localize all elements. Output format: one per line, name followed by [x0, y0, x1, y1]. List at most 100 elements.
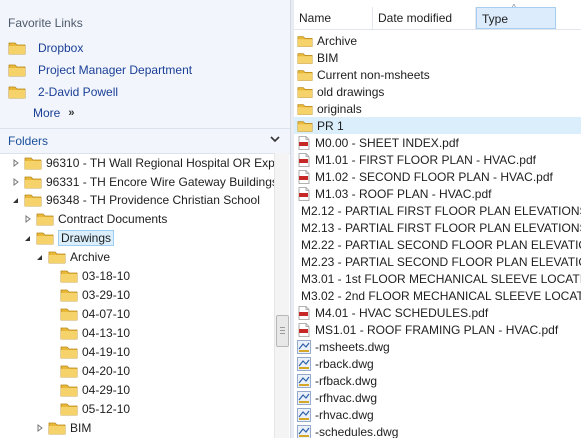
- folder-row[interactable]: PR 1: [294, 117, 581, 134]
- file-row[interactable]: -rfback.dwg: [294, 372, 581, 389]
- favorite-link-label: 2-David Powell: [38, 85, 119, 99]
- tree-item[interactable]: Contract Documents: [22, 210, 167, 228]
- folder-row[interactable]: old drawings: [294, 83, 581, 100]
- folder-icon: [24, 176, 42, 189]
- pdf-file-icon: [298, 169, 310, 184]
- file-row[interactable]: M0.00 - SHEET INDEX.pdf: [294, 134, 581, 151]
- folder-row[interactable]: Archive: [294, 32, 581, 49]
- tree-item[interactable]: 96310 - TH Wall Regional Hospital OR Exp: [10, 154, 275, 172]
- dwg-file-icon: [297, 390, 311, 405]
- tree-item[interactable]: 04-13-10: [46, 324, 130, 342]
- folder-icon: [48, 422, 66, 435]
- collapse-arrow-icon[interactable]: [22, 232, 34, 244]
- file-row[interactable]: -rfhvac.dwg: [294, 389, 581, 406]
- tree-item[interactable]: 03-29-10: [46, 286, 130, 304]
- folders-header-label: Folders: [8, 134, 49, 148]
- tree-item[interactable]: 96331 - TH Encore Wire Gateway Buildings: [10, 173, 278, 191]
- expand-arrow-icon[interactable]: [10, 157, 22, 169]
- file-list-pane: Name Date modified Type ^ Archive BIM Curr…: [294, 0, 581, 438]
- favorite-link-label: Project Manager Department: [38, 63, 193, 77]
- file-row[interactable]: MS1.01 - ROOF FRAMING PLAN - HVAC.pdf: [294, 321, 581, 338]
- tree-item[interactable]: 04-20-10: [46, 362, 130, 380]
- file-name: Archive: [317, 33, 358, 48]
- folder-row[interactable]: originals: [294, 100, 581, 117]
- chevron-down-icon[interactable]: [270, 134, 280, 144]
- folder-icon: [60, 384, 78, 397]
- dwg-file-icon: [297, 424, 311, 438]
- column-date-modified[interactable]: Date modified: [373, 7, 476, 29]
- folder-icon: [60, 270, 78, 283]
- folder-icon: [297, 120, 313, 132]
- favorite-link-label: Dropbox: [38, 41, 84, 55]
- file-name: M2.23 - PARTIAL SECOND FLOOR PLAN ELEVAT…: [301, 254, 581, 269]
- file-name: M1.01 - FIRST FLOOR PLAN - HVAC.pdf: [315, 152, 536, 167]
- tree-item[interactable]: 04-19-10: [46, 343, 130, 361]
- tree-item[interactable]: 05-12-10: [46, 400, 130, 418]
- file-row[interactable]: -rback.dwg: [294, 355, 581, 372]
- tree-item[interactable]: 04-29-10: [46, 381, 130, 399]
- column-type[interactable]: Type: [476, 7, 556, 29]
- file-row[interactable]: M1.03 - ROOF PLAN - HVAC.pdf: [294, 185, 581, 202]
- scrollbar-thumb[interactable]: [276, 315, 289, 347]
- more-links-button[interactable]: More »: [33, 106, 74, 120]
- collapse-arrow-icon[interactable]: [10, 194, 22, 206]
- file-name: BIM: [317, 50, 339, 65]
- file-name: -rfback.dwg: [315, 373, 378, 388]
- file-name: old drawings: [317, 84, 385, 99]
- favorite-link-david-powell[interactable]: 2-David Powell: [8, 82, 118, 102]
- favorite-link-project-manager[interactable]: Project Manager Department: [8, 60, 192, 80]
- file-row[interactable]: M1.02 - SECOND FLOOR PLAN - HVAC.pdf: [294, 168, 581, 185]
- file-name: -schedules.dwg: [315, 424, 399, 438]
- file-row[interactable]: M4.01 - HVAC SCHEDULES.pdf: [294, 304, 581, 321]
- column-name[interactable]: Name: [294, 7, 373, 29]
- file-row[interactable]: -schedules.dwg: [294, 423, 581, 438]
- folder-tree-scrollbar[interactable]: [274, 153, 289, 438]
- file-row[interactable]: M3.01 - 1st FLOOR MECHANICAL SLEEVE LOCA…: [294, 270, 581, 287]
- file-row[interactable]: M2.23 - PARTIAL SECOND FLOOR PLAN ELEVAT…: [294, 253, 581, 270]
- expand-arrow-icon[interactable]: [34, 422, 46, 434]
- folder-row[interactable]: Current non-msheets: [294, 66, 581, 83]
- folder-icon: [60, 289, 78, 302]
- file-name: M1.02 - SECOND FLOOR PLAN - HVAC.pdf: [315, 169, 553, 184]
- dwg-file-icon: [297, 407, 311, 422]
- file-row[interactable]: M1.01 - FIRST FLOOR PLAN - HVAC.pdf: [294, 151, 581, 168]
- file-row[interactable]: M3.02 - 2nd FLOOR MECHANICAL SLEEVE LOCA…: [294, 287, 581, 304]
- file-name: M1.03 - ROOF PLAN - HVAC.pdf: [315, 186, 492, 201]
- file-row[interactable]: -msheets.dwg: [294, 338, 581, 355]
- tree-item[interactable]: 04-07-10: [46, 305, 130, 323]
- folders-header[interactable]: Folders: [0, 128, 290, 154]
- tree-item[interactable]: BIM: [34, 419, 91, 437]
- tree-item-label: 96310 - TH Wall Regional Hospital OR Exp: [46, 156, 275, 170]
- folder-icon: [297, 103, 313, 115]
- folder-icon: [297, 35, 313, 47]
- tree-item[interactable]: 96348 - TH Providence Christian School: [10, 191, 260, 209]
- tree-item-label: Archive: [70, 250, 111, 264]
- expand-arrow-icon[interactable]: [22, 213, 34, 225]
- folder-icon: [60, 346, 78, 359]
- file-row[interactable]: -rhvac.dwg: [294, 406, 581, 423]
- file-name: originals: [317, 101, 362, 116]
- folder-icon: [36, 213, 54, 226]
- file-row[interactable]: M2.22 - PARTIAL SECOND FLOOR PLAN ELEVAT…: [294, 236, 581, 253]
- tree-item-label: 04-07-10: [82, 307, 131, 321]
- sort-ascending-icon: ^: [512, 3, 516, 12]
- folder-row[interactable]: BIM: [294, 49, 581, 66]
- folder-icon: [60, 327, 78, 340]
- tree-item[interactable]: Archive: [34, 248, 110, 266]
- favorite-link-dropbox[interactable]: Dropbox: [8, 38, 83, 58]
- file-name: -msheets.dwg: [315, 339, 390, 354]
- favorite-links-section: Favorite Links Dropbox Project Manager D…: [0, 0, 290, 128]
- dwg-file-icon: [297, 339, 311, 354]
- tree-item[interactable]: Drawings: [22, 229, 115, 247]
- pdf-file-icon: [298, 322, 310, 337]
- tree-item[interactable]: 03-18-10: [46, 267, 130, 285]
- file-row[interactable]: M2.12 - PARTIAL FIRST FLOOR PLAN ELEVATI…: [294, 202, 581, 219]
- collapse-arrow-icon[interactable]: [34, 251, 46, 263]
- expand-arrow-icon[interactable]: [10, 176, 22, 188]
- folder-icon: [48, 251, 66, 264]
- tree-item-label: 05-12-10: [82, 402, 131, 416]
- folder-icon: [8, 42, 26, 55]
- file-row[interactable]: M2.13 - PARTIAL FIRST FLOOR PLAN ELEVATI…: [294, 219, 581, 236]
- tree-item-label: 04-20-10: [82, 364, 131, 378]
- pdf-file-icon: [298, 305, 310, 320]
